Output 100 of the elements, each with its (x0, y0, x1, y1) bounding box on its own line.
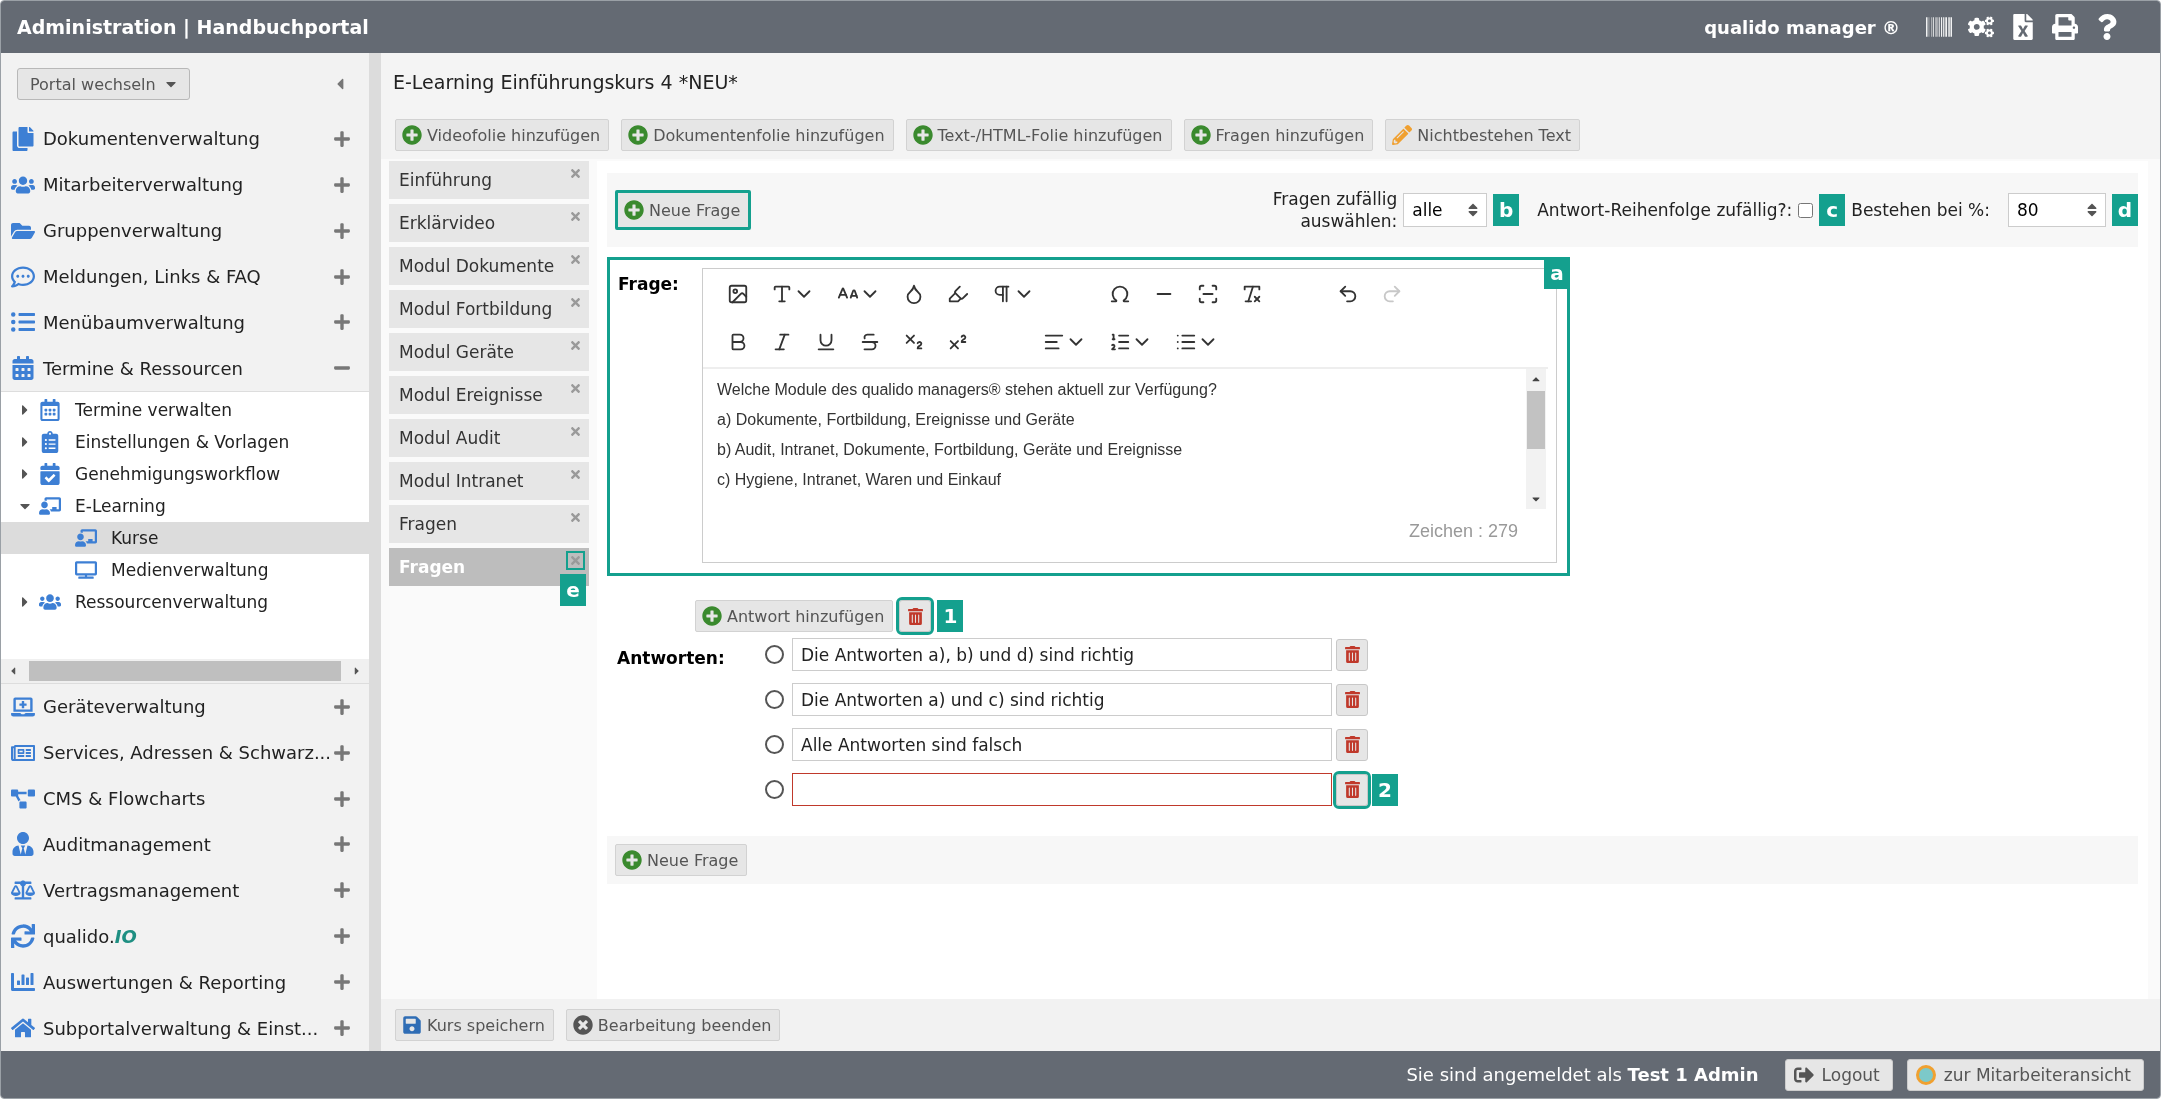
sidebar-item[interactable]: Dokumentenverwaltung (1, 115, 369, 162)
delete-button[interactable] (899, 600, 932, 632)
sidebar-item-label: CMS & Flowcharts (43, 788, 207, 809)
toolbar-button[interactable]: Videofolie hinzufügen (395, 119, 610, 151)
expand-icon[interactable] (333, 789, 351, 808)
slide-item[interactable]: Modul Audit (389, 419, 589, 457)
sidebar-item[interactable]: Vertragsmanagement (1, 867, 369, 914)
answer-field[interactable] (792, 773, 1332, 806)
tree-item[interactable]: Medienverwaltung (111, 560, 269, 581)
selected-row-highlight[interactable]: Kurse (1, 522, 369, 555)
radio-button[interactable] (765, 780, 784, 799)
tree-item[interactable]: E-Learning (75, 496, 166, 517)
sidebar-item[interactable]: Geräteverwaltung (1, 683, 369, 730)
setting-label: Bestehen bei %: (1851, 200, 1990, 220)
expand-icon[interactable] (333, 129, 351, 148)
sidebar-item[interactable]: Auditmanagement (1, 821, 369, 868)
checkbox[interactable] (1798, 202, 1814, 218)
expand-icon[interactable] (333, 221, 351, 240)
plus-icon (628, 125, 649, 145)
expand-icon[interactable] (333, 973, 351, 992)
portal-switch-dropdown[interactable]: Portal wechseln (17, 68, 190, 101)
delete-button[interactable] (1336, 773, 1368, 806)
toolbar-button[interactable]: Fragen hinzufügen (1183, 119, 1374, 151)
tree-item[interactable]: Kurse (111, 528, 159, 549)
sidebar-item[interactable]: Auswertungen & Reporting (1, 959, 369, 1006)
slide-item[interactable]: Modul Fortbildung (389, 290, 589, 328)
expand-icon[interactable] (333, 267, 351, 286)
radio-button[interactable] (765, 735, 784, 754)
slide-item[interactable]: Modul Dokumente (389, 247, 589, 285)
add-answer-button[interactable]: Antwort hinzufügen (695, 600, 894, 632)
toolbar-button[interactable]: Nichtbestehen Text (1385, 119, 1580, 151)
expand-icon[interactable] (333, 835, 351, 854)
toolbar-button[interactable]: Dokumentenfolie hinzufügen (621, 119, 894, 151)
callout-label: b (1493, 194, 1520, 226)
expand-icon[interactable] (333, 881, 351, 900)
footer-button[interactable]: Kurs speichern (395, 1009, 554, 1041)
callout-label: 2 (1372, 773, 1398, 806)
random-questions-select[interactable]: alle (1403, 193, 1488, 227)
slide-item[interactable]: Erklärvideo (389, 204, 589, 242)
expand-icon[interactable] (333, 175, 351, 194)
logout-button[interactable]: Logout (1784, 1058, 1893, 1091)
close-icon (572, 1015, 593, 1035)
tree-item[interactable]: Ressourcenverwaltung (75, 592, 269, 613)
spreadsheet-file-icon[interactable] (2010, 14, 2036, 40)
slide-item[interactable]: Fragen (389, 505, 589, 543)
new-question-button[interactable]: Neue Frage (615, 190, 752, 230)
barcode-icon[interactable] (1926, 14, 1952, 40)
sidebar-item-label: Gruppenverwaltung (43, 220, 224, 242)
tree-item[interactable]: Genehmigungsworkflow (75, 464, 281, 485)
toolbar-button[interactable]: Text-/HTML-Folie hinzufügen (905, 119, 1172, 151)
new-question-button[interactable]: Neue Frage (615, 844, 748, 876)
vertical-scrollbar[interactable] (1526, 369, 1546, 509)
tree-item[interactable]: Termine verwalten (75, 400, 233, 421)
settings-icon[interactable] (1968, 14, 1994, 40)
image-icon[interactable] (727, 283, 749, 305)
expand-icon[interactable] (333, 313, 351, 332)
spinner-arrows-icon[interactable] (2085, 202, 2099, 218)
delete-button[interactable] (1336, 683, 1368, 716)
pass-percent-field[interactable]: 80 (2008, 193, 2106, 227)
slide-item[interactable]: Modul Intranet (389, 462, 589, 500)
radio-button[interactable] (765, 645, 784, 664)
delete-button[interactable] (1336, 638, 1368, 671)
undo-icon[interactable] (1337, 283, 1359, 305)
strikethrough-icon[interactable] (859, 331, 881, 353)
callout-label: e (560, 574, 586, 606)
sidebar-item[interactable]: Subportalverwaltung & Einst... (1, 1005, 369, 1051)
slide-item[interactable]: Modul Ereignisse (389, 376, 589, 414)
slide-item[interactable]: Modul Geräte (389, 333, 589, 371)
answer-field[interactable]: Die Antworten a), b) und d) sind richtig (792, 638, 1332, 671)
clear-format-icon[interactable] (1241, 283, 1263, 305)
expand-icon[interactable] (333, 927, 351, 946)
horizontal-scrollbar[interactable] (1, 658, 369, 684)
answer-field[interactable]: Die Antworten a) und c) sind richtig (792, 683, 1332, 716)
plus-icon (622, 850, 642, 870)
employee-view-button[interactable]: zur Mitarbeiteransicht (1906, 1058, 2144, 1091)
footer-button[interactable]: Bearbeitung beenden (565, 1009, 781, 1041)
slide-item[interactable]: Einführung (389, 161, 589, 199)
sidebar-item[interactable]: qualido.IO (1, 913, 369, 960)
tree-item[interactable]: Einstellungen & Vorlagen (75, 432, 290, 453)
select-all-icon[interactable] (1197, 283, 1219, 305)
app-title: Administration | Handbuchportal (17, 16, 370, 38)
expand-icon[interactable] (333, 1019, 351, 1038)
delete-button[interactable] (1336, 728, 1368, 761)
sidebar-item[interactable]: Gruppenverwaltung (1, 207, 369, 254)
sidebar-item[interactable]: Meldungen, Links & FAQ (1, 253, 369, 300)
printer-icon[interactable] (2052, 14, 2078, 40)
sidebar-item[interactable]: CMS & Flowcharts (1, 775, 369, 822)
sidebar-item[interactable]: Termine & Ressourcen (1, 345, 369, 392)
highlighter-icon[interactable] (947, 283, 969, 305)
omega-icon[interactable] (1109, 283, 1131, 305)
sidebar-item[interactable]: Services, Adressen & Schwarz... (1, 729, 369, 776)
sidebar-item[interactable]: Menübaumverwaltung (1, 299, 369, 346)
radio-button[interactable] (765, 690, 784, 709)
answer-field[interactable]: Alle Antworten sind falsch (792, 728, 1332, 761)
sidebar-item[interactable]: Mitarbeiterverwaltung (1, 161, 369, 208)
expand-icon[interactable] (333, 697, 351, 716)
product-name: qualido manager ® (1704, 16, 1900, 38)
calendar-check-icon (39, 463, 61, 486)
underline-icon[interactable] (815, 331, 837, 353)
expand-icon[interactable] (333, 743, 351, 762)
